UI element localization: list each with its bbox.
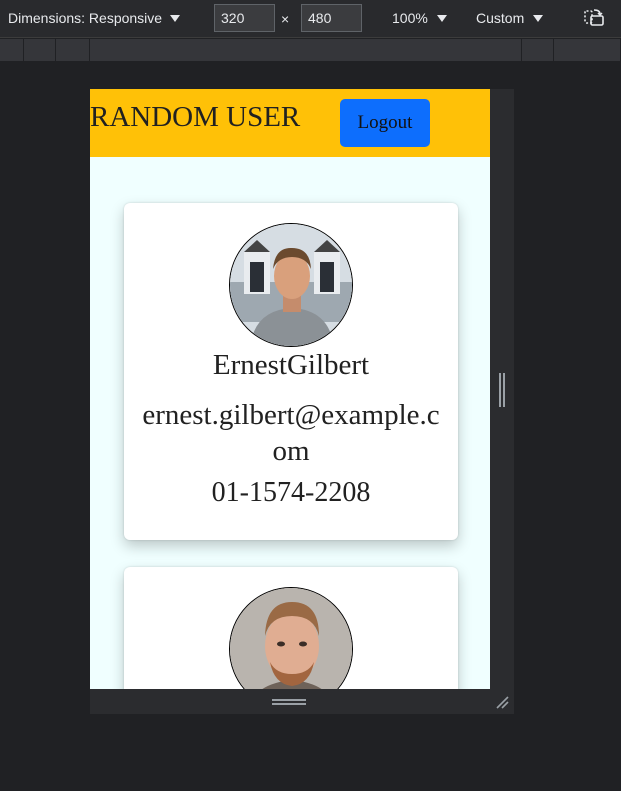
times-symbol: × <box>281 11 290 27</box>
media-query-segment[interactable] <box>56 39 90 61</box>
devtools-toolbar: Dimensions: Responsive × 100% Custom <box>0 0 621 38</box>
user-card <box>124 567 458 689</box>
media-query-segment[interactable] <box>480 39 522 61</box>
logout-button[interactable]: Logout <box>340 99 430 147</box>
media-query-segment[interactable] <box>0 39 24 61</box>
user-email: ernest.gilbert@example.com <box>142 399 440 467</box>
caret-down-icon <box>436 14 447 22</box>
resize-grip-icon <box>499 373 505 407</box>
user-phone: 01-1574-2208 <box>211 477 371 508</box>
avatar <box>229 223 353 347</box>
height-input[interactable] <box>301 4 362 32</box>
user-photo-icon <box>230 224 352 346</box>
device-viewport: RANDOM USER Logout ErnestGilbert ernest.… <box>90 89 490 689</box>
media-query-segment[interactable] <box>24 39 56 61</box>
throttle-dropdown[interactable]: Custom <box>476 10 544 26</box>
dimensions-dropdown[interactable]: Dimensions: Responsive <box>8 10 181 26</box>
avatar <box>229 587 353 689</box>
media-query-segment[interactable] <box>554 39 621 61</box>
brand-title: RANDOM USER <box>90 101 301 133</box>
media-query-bar[interactable] <box>0 39 621 61</box>
throttle-label: Custom <box>476 10 525 26</box>
user-name: ErnestGilbert <box>212 349 370 381</box>
bottom-resize-handle[interactable] <box>90 689 514 714</box>
zoom-label: 100% <box>392 10 428 26</box>
user-photo-icon <box>230 588 352 689</box>
rotate-icon[interactable] <box>583 8 605 28</box>
media-query-segment[interactable] <box>522 39 554 61</box>
right-resize-handle[interactable] <box>490 89 514 714</box>
app-header: RANDOM USER Logout <box>90 89 490 157</box>
user-card: ErnestGilbert ernest.gilbert@example.com… <box>124 203 458 540</box>
width-input[interactable] <box>214 4 275 32</box>
resize-grip-icon <box>272 699 306 705</box>
caret-down-icon <box>170 14 181 22</box>
zoom-dropdown[interactable]: 100% <box>392 10 447 26</box>
caret-down-icon <box>533 14 544 22</box>
corner-resize-icon[interactable] <box>494 694 510 710</box>
dimensions-label: Dimensions: Responsive <box>8 10 163 26</box>
